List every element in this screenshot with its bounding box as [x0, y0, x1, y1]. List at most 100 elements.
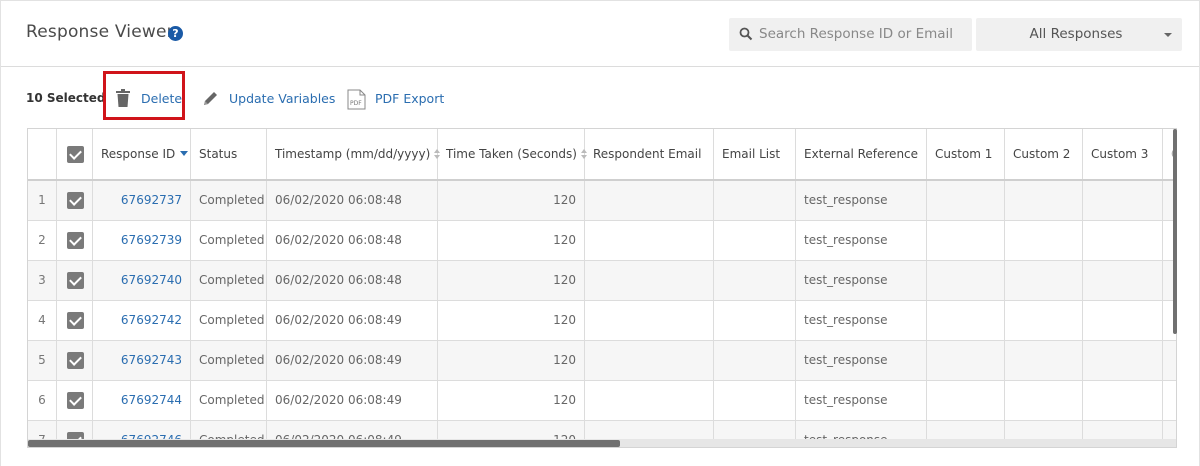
email-list-cell [714, 341, 796, 380]
response-id-cell-text[interactable]: 67692740 [121, 273, 182, 287]
timestamp-cell: 06/02/2020 06:08:49 [267, 381, 438, 420]
row-select-cell[interactable] [57, 381, 93, 420]
external-reference-cell-text: test_response [804, 353, 888, 367]
row-checkbox[interactable] [67, 312, 84, 329]
response-id-cell-text[interactable]: 67692739 [121, 233, 182, 247]
response-id-cell[interactable]: 67692737 [93, 181, 191, 220]
custom-1-cell [927, 381, 1005, 420]
table-header: Response ID Status Timestamp (mm/dd/yyyy… [28, 129, 1176, 181]
status-cell-text: Completed [199, 273, 265, 287]
header-timestamp[interactable]: Timestamp (mm/dd/yyyy) [267, 129, 441, 179]
pdf-export-button[interactable]: PDF PDF Export [347, 89, 444, 110]
table-row[interactable]: 1 67692737 Completed 06/02/2020 06:08:48 120… [28, 181, 1176, 221]
timestamp-cell: 06/02/2020 06:08:48 [267, 221, 438, 260]
external-reference-cell-text: test_response [804, 313, 888, 327]
custom-3-cell [1083, 221, 1163, 260]
row-number-cell: 2 [28, 221, 57, 260]
question-circle-icon[interactable]: ? [168, 26, 183, 41]
external-reference-cell-text: test_response [804, 193, 888, 207]
next-column-cell [1163, 381, 1176, 420]
timestamp-cell-text: 06/02/2020 06:08:48 [275, 233, 402, 247]
row-select-cell[interactable] [57, 261, 93, 300]
row-select-cell[interactable] [57, 181, 93, 220]
email-list-cell [714, 301, 796, 340]
row-checkbox[interactable] [67, 232, 84, 249]
custom-1-cell [927, 341, 1005, 380]
row-select-cell[interactable] [57, 221, 93, 260]
vertical-scrollbar[interactable] [1173, 129, 1177, 334]
row-number-cell-text: 3 [38, 273, 46, 287]
time-taken-cell-text: 120 [553, 233, 576, 247]
external-reference-cell: test_response [796, 221, 927, 260]
delete-button[interactable]: Delete [116, 89, 182, 109]
time-taken-cell: 120 [438, 381, 585, 420]
custom-3-cell [1083, 181, 1163, 220]
custom-1-cell [927, 221, 1005, 260]
pdf-icon: PDF [347, 89, 366, 110]
response-id-cell-text[interactable]: 67692737 [121, 193, 182, 207]
page-title: Response Viewer [26, 22, 174, 42]
response-id-cell[interactable]: 67692740 [93, 261, 191, 300]
header-custom-2[interactable]: Custom 2 [1005, 129, 1083, 179]
search-input[interactable]: Search Response ID or Email [729, 18, 972, 51]
table-row[interactable]: 2 67692739 Completed 06/02/2020 06:08:48 120… [28, 221, 1176, 261]
table-row[interactable]: 3 67692740 Completed 06/02/2020 06:08:48 120… [28, 261, 1176, 301]
table-row[interactable]: 6 67692744 Completed 06/02/2020 06:08:49 120… [28, 381, 1176, 421]
respondent-email-cell [585, 301, 714, 340]
header-external-reference[interactable]: External Reference [796, 129, 927, 179]
header-time-taken-label: Time Taken (Seconds) [446, 147, 577, 161]
custom-3-cell [1083, 381, 1163, 420]
status-cell-text: Completed [199, 353, 265, 367]
external-reference-cell: test_response [796, 381, 927, 420]
header-custom-2-label: Custom 2 [1013, 147, 1071, 161]
response-id-cell-text[interactable]: 67692743 [121, 353, 182, 367]
time-taken-cell: 120 [438, 301, 585, 340]
table-row[interactable]: 5 67692743 Completed 06/02/2020 06:08:49 120… [28, 341, 1176, 381]
header-time-taken[interactable]: Time Taken (Seconds) [438, 129, 587, 179]
row-select-cell[interactable] [57, 341, 93, 380]
row-checkbox[interactable] [67, 192, 84, 209]
update-variables-button[interactable]: Update Variables [202, 89, 335, 109]
horizontal-scrollbar-thumb[interactable] [28, 440, 620, 447]
row-select-cell[interactable] [57, 301, 93, 340]
row-checkbox[interactable] [67, 392, 84, 409]
time-taken-cell-text: 120 [553, 393, 576, 407]
header-external-reference-label: External Reference [804, 147, 919, 161]
timestamp-cell-text: 06/02/2020 06:08:49 [275, 353, 402, 367]
external-reference-cell-text: test_response [804, 233, 888, 247]
custom-2-cell [1005, 301, 1083, 340]
status-cell: Completed [191, 261, 267, 300]
status-cell-text: Completed [199, 393, 265, 407]
time-taken-cell-text: 120 [553, 193, 576, 207]
horizontal-scrollbar[interactable] [28, 439, 1176, 447]
toolbar: 10 Selected Delete Update Variables PDF [1, 67, 1199, 127]
header-select-all[interactable] [57, 129, 93, 179]
response-id-cell[interactable]: 67692739 [93, 221, 191, 260]
status-cell: Completed [191, 221, 267, 260]
header-respondent-email[interactable]: Respondent Email [585, 129, 714, 179]
response-id-cell-text[interactable]: 67692742 [121, 313, 182, 327]
row-checkbox[interactable] [67, 272, 84, 289]
timestamp-cell-text: 06/02/2020 06:08:48 [275, 273, 402, 287]
header-custom-1[interactable]: Custom 1 [927, 129, 1005, 179]
responses-filter-dropdown[interactable]: All Responses [976, 18, 1182, 51]
time-taken-cell: 120 [438, 341, 585, 380]
row-number-cell-text: 2 [38, 233, 46, 247]
response-id-cell-text[interactable]: 67692744 [121, 393, 182, 407]
header-custom-1-label: Custom 1 [935, 147, 993, 161]
header-custom-3[interactable]: Custom 3 [1083, 129, 1163, 179]
custom-3-cell [1083, 261, 1163, 300]
external-reference-cell-text: test_response [804, 393, 888, 407]
response-id-cell[interactable]: 67692743 [93, 341, 191, 380]
table-row[interactable]: 4 67692742 Completed 06/02/2020 06:08:49 120… [28, 301, 1176, 341]
header-response-id[interactable]: Response ID [93, 129, 191, 179]
select-all-checkbox[interactable] [67, 146, 84, 163]
header-status[interactable]: Status [191, 129, 267, 179]
response-id-cell[interactable]: 67692744 [93, 381, 191, 420]
time-taken-cell-text: 120 [553, 313, 576, 327]
response-id-cell[interactable]: 67692742 [93, 301, 191, 340]
delete-label: Delete [141, 91, 183, 106]
header-email-list[interactable]: Email List [714, 129, 796, 179]
external-reference-cell-text: test_response [804, 273, 888, 287]
row-checkbox[interactable] [67, 352, 84, 369]
